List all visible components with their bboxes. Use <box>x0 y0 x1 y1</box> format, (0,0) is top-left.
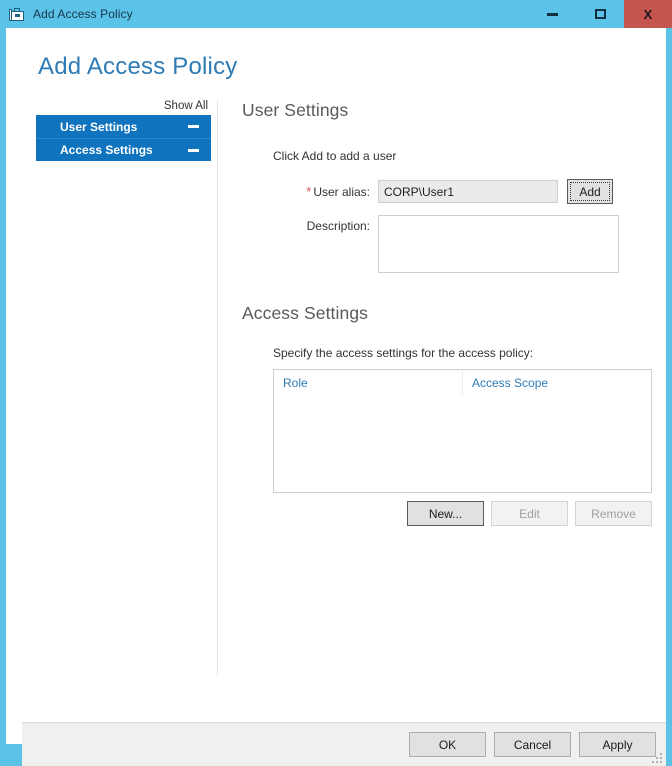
sidebar-item-access-settings[interactable]: Access Settings <box>36 138 211 161</box>
resize-grip[interactable] <box>650 751 662 763</box>
cancel-button[interactable]: Cancel <box>494 732 571 757</box>
sidebar-item-label: User Settings <box>60 119 138 134</box>
access-settings-table[interactable]: Role Access Scope <box>273 369 652 493</box>
collapse-minus-icon[interactable] <box>188 125 199 128</box>
new-button[interactable]: New... <box>407 501 484 526</box>
toolbox-icon <box>9 6 25 22</box>
user-settings-instruction: Click Add to add a user <box>273 149 397 163</box>
content-pane: User Settings Click Add to add a user * U… <box>242 100 654 526</box>
minimize-icon <box>546 12 558 16</box>
window-title: Add Access Policy <box>33 7 133 21</box>
nav-list: User Settings Access Settings <box>36 115 211 161</box>
footer-buttons: OK Cancel Apply <box>409 732 656 757</box>
access-settings-instruction: Specify the access settings for the acce… <box>273 346 534 360</box>
user-settings-heading: User Settings <box>242 100 349 120</box>
window-controls: X <box>528 0 672 28</box>
apply-button[interactable]: Apply <box>579 732 656 757</box>
user-alias-input[interactable] <box>378 180 558 203</box>
navigation-panel: Show All User Settings Access Settings <box>36 100 211 161</box>
add-user-button[interactable]: Add <box>567 179 613 204</box>
remove-button: Remove <box>575 501 652 526</box>
description-row: Description: <box>242 215 654 273</box>
title-bar[interactable]: Add Access Policy X <box>0 0 672 28</box>
description-textarea[interactable] <box>378 215 619 273</box>
access-table-wrapper: Role Access Scope New... Edit Remove <box>273 369 654 526</box>
description-label: Description: <box>306 219 370 233</box>
table-header-row: Role Access Scope <box>274 370 651 396</box>
sidebar-item-user-settings[interactable]: User Settings <box>36 115 211 138</box>
minimize-button[interactable] <box>528 0 576 28</box>
column-header-role[interactable]: Role <box>274 370 462 396</box>
required-asterisk: * <box>306 184 312 199</box>
client-area: Add Access Policy Show All User Settings… <box>6 28 666 766</box>
access-settings-heading: Access Settings <box>242 303 368 323</box>
ok-button[interactable]: OK <box>409 732 486 757</box>
dialog-footer: OK Cancel Apply <box>22 722 666 766</box>
column-header-access-scope[interactable]: Access Scope <box>462 370 651 396</box>
nav-content-divider <box>217 100 218 675</box>
dialog-window: Add Access Policy X Add Access Policy Sh… <box>0 0 672 766</box>
user-alias-row: *User alias: Add <box>242 179 654 204</box>
user-alias-label-text: User alias: <box>313 185 370 199</box>
show-all-link[interactable]: Show All <box>36 100 211 115</box>
table-action-buttons: New... Edit Remove <box>273 501 652 526</box>
user-alias-label: * User alias: <box>242 180 378 199</box>
maximize-icon <box>594 9 606 19</box>
sidebar-item-label: Access Settings <box>60 143 153 157</box>
collapse-minus-icon[interactable] <box>188 148 199 152</box>
edit-button: Edit <box>491 501 568 526</box>
close-button[interactable]: X <box>624 0 672 28</box>
page-title: Add Access Policy <box>38 53 238 80</box>
maximize-button[interactable] <box>576 0 624 28</box>
